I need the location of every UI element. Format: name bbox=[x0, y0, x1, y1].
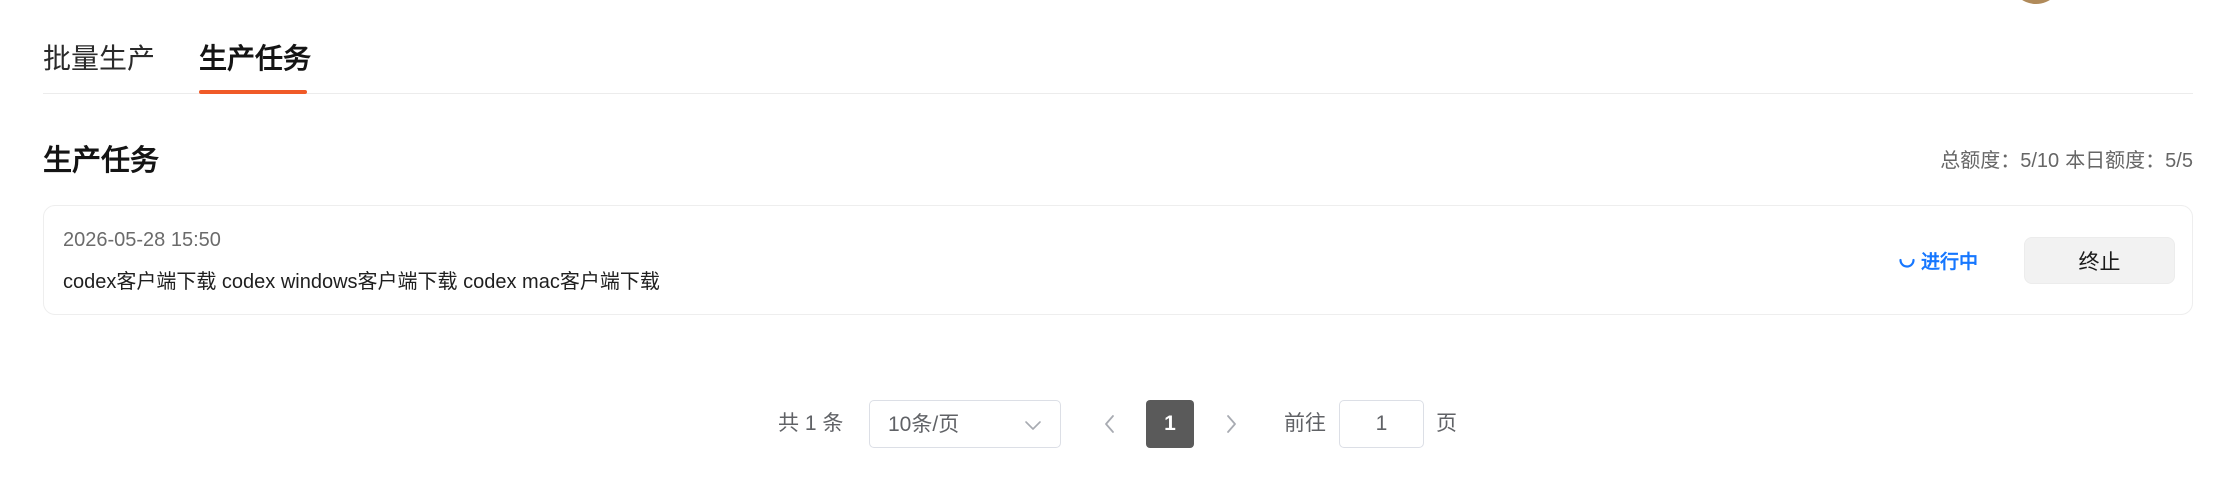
quota-total: 总额度：5/10 bbox=[1940, 150, 2060, 172]
next-page-button[interactable] bbox=[1221, 412, 1241, 436]
status-label: 进行中 bbox=[1921, 251, 1979, 273]
pagination-total: 共 1 条 bbox=[778, 412, 844, 435]
page-title: 生产任务 bbox=[43, 145, 160, 177]
quota-daily: 本日额度：5/5 bbox=[2065, 150, 2193, 172]
tab-bar: 批量生产 生产任务 bbox=[43, 0, 2193, 94]
task-keywords: codex客户端下载 codex windows客户端下载 codex mac客… bbox=[63, 271, 660, 293]
chevron-down-icon bbox=[1024, 416, 1042, 434]
spinner-icon bbox=[1897, 250, 1917, 270]
task-timestamp: 2026-05-28 15:50 bbox=[63, 229, 221, 251]
chevron-left-icon bbox=[1105, 415, 1114, 433]
page-size-select[interactable]: 10条/页 bbox=[869, 400, 1061, 448]
chevron-right-icon bbox=[1227, 415, 1236, 433]
quota-info: 总额度：5/10 本日额度：5/5 bbox=[1940, 147, 2193, 175]
stop-button[interactable]: 终止 bbox=[2024, 237, 2175, 284]
prev-page-button[interactable] bbox=[1100, 412, 1120, 436]
tab-production-tasks[interactable]: 生产任务 bbox=[199, 40, 311, 78]
page-suffix-label: 页 bbox=[1436, 412, 1457, 435]
page-number-current[interactable]: 1 bbox=[1146, 400, 1194, 448]
pagination: 共 1 条 10条/页 1 前往 页 bbox=[0, 400, 2231, 448]
active-tab-indicator bbox=[199, 90, 307, 94]
status-badge: 进行中 bbox=[1897, 246, 1978, 274]
tab-batch-production[interactable]: 批量生产 bbox=[43, 40, 155, 78]
task-card: 2026-05-28 15:50 codex客户端下载 codex window… bbox=[43, 205, 2193, 315]
goto-label: 前往 bbox=[1284, 412, 1326, 435]
page-size-label: 10条/页 bbox=[888, 413, 960, 436]
goto-page-input[interactable] bbox=[1339, 400, 1424, 448]
